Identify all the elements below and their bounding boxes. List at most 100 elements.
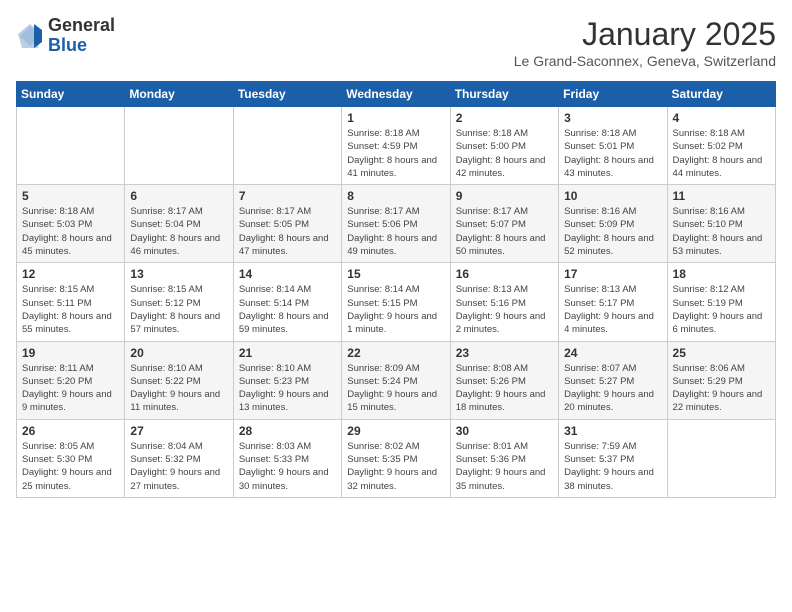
logo-blue: Blue: [48, 36, 115, 56]
day-info: Sunrise: 8:08 AM Sunset: 5:26 PM Dayligh…: [456, 362, 553, 415]
calendar-day-cell: 29Sunrise: 8:02 AM Sunset: 5:35 PM Dayli…: [342, 419, 450, 497]
month-title: January 2025: [514, 16, 776, 53]
calendar-day-cell: 5 Sunrise: 8:18 AM Sunset: 5:03 PM Daylig…: [17, 185, 125, 263]
day-number: 23: [456, 346, 553, 360]
calendar-day-cell: 9 Sunrise: 8:17 AM Sunset: 5:07 PM Daylig…: [450, 185, 558, 263]
day-info: Sunrise: 8:13 AM Sunset: 5:16 PM Dayligh…: [456, 283, 553, 336]
weekday-header-row: SundayMondayTuesdayWednesdayThursdayFrid…: [17, 82, 776, 107]
day-info: Sunrise: 8:04 AM Sunset: 5:32 PM Dayligh…: [130, 440, 227, 493]
day-number: 10: [564, 189, 661, 203]
calendar-day-cell: 6 Sunrise: 8:17 AM Sunset: 5:04 PM Daylig…: [125, 185, 233, 263]
calendar-table: SundayMondayTuesdayWednesdayThursdayFrid…: [16, 81, 776, 498]
title-section: January 2025 Le Grand-Saconnex, Geneva, …: [514, 16, 776, 69]
calendar-day-cell: 13Sunrise: 8:15 AM Sunset: 5:12 PM Dayli…: [125, 263, 233, 341]
day-number: 6: [130, 189, 227, 203]
calendar-day-cell: 16 Sunrise: 8:13 AM Sunset: 5:16 PM Dayli…: [450, 263, 558, 341]
day-info: Sunrise: 8:18 AM Sunset: 5:00 PM Dayligh…: [456, 127, 553, 180]
logo-text: General Blue: [48, 16, 115, 56]
day-info: Sunrise: 8:18 AM Sunset: 5:02 PM Dayligh…: [673, 127, 770, 180]
day-number: 5: [22, 189, 119, 203]
day-number: 27: [130, 424, 227, 438]
calendar-week-row: 12 Sunrise: 8:15 AM Sunset: 5:11 PM Dayli…: [17, 263, 776, 341]
weekday-header: Friday: [559, 82, 667, 107]
day-info: Sunrise: 7:59 AM Sunset: 5:37 PM Dayligh…: [564, 440, 661, 493]
day-info: Sunrise: 8:09 AM Sunset: 5:24 PM Dayligh…: [347, 362, 444, 415]
day-info: Sunrise: 8:06 AM Sunset: 5:29 PM Dayligh…: [673, 362, 770, 415]
calendar-day-cell: 19 Sunrise: 8:11 AM Sunset: 5:20 PM Dayli…: [17, 341, 125, 419]
day-number: 25: [673, 346, 770, 360]
day-number: 26: [22, 424, 119, 438]
calendar-day-cell: 31 Sunrise: 7:59 AM Sunset: 5:37 PM Dayli…: [559, 419, 667, 497]
calendar-day-cell: 28Sunrise: 8:03 AM Sunset: 5:33 PM Dayli…: [233, 419, 341, 497]
day-number: 20: [130, 346, 227, 360]
day-info: Sunrise: 8:17 AM Sunset: 5:06 PM Dayligh…: [347, 205, 444, 258]
calendar-day-cell: 21 Sunrise: 8:10 AM Sunset: 5:23 PM Dayli…: [233, 341, 341, 419]
day-number: 2: [456, 111, 553, 125]
day-info: Sunrise: 8:05 AM Sunset: 5:30 PM Dayligh…: [22, 440, 119, 493]
day-info: Sunrise: 8:11 AM Sunset: 5:20 PM Dayligh…: [22, 362, 119, 415]
day-number: 8: [347, 189, 444, 203]
day-info: Sunrise: 8:15 AM Sunset: 5:11 PM Dayligh…: [22, 283, 119, 336]
calendar-day-cell: 1 Sunrise: 8:18 AM Sunset: 4:59 PM Daylig…: [342, 107, 450, 185]
day-number: 31: [564, 424, 661, 438]
day-info: Sunrise: 8:17 AM Sunset: 5:07 PM Dayligh…: [456, 205, 553, 258]
day-info: Sunrise: 8:18 AM Sunset: 5:03 PM Dayligh…: [22, 205, 119, 258]
day-number: 3: [564, 111, 661, 125]
day-info: Sunrise: 8:15 AM Sunset: 5:12 PM Dayligh…: [130, 283, 227, 336]
weekday-header: Saturday: [667, 82, 775, 107]
day-info: Sunrise: 8:17 AM Sunset: 5:04 PM Dayligh…: [130, 205, 227, 258]
weekday-header: Thursday: [450, 82, 558, 107]
day-info: Sunrise: 8:18 AM Sunset: 5:01 PM Dayligh…: [564, 127, 661, 180]
calendar-day-cell: 30Sunrise: 8:01 AM Sunset: 5:36 PM Dayli…: [450, 419, 558, 497]
logo-icon: [16, 22, 44, 50]
day-info: Sunrise: 8:10 AM Sunset: 5:23 PM Dayligh…: [239, 362, 336, 415]
page-header: General Blue January 2025 Le Grand-Sacon…: [16, 16, 776, 69]
day-number: 24: [564, 346, 661, 360]
calendar-day-cell: [233, 107, 341, 185]
calendar-day-cell: 8 Sunrise: 8:17 AM Sunset: 5:06 PM Daylig…: [342, 185, 450, 263]
calendar-week-row: 5 Sunrise: 8:18 AM Sunset: 5:03 PM Daylig…: [17, 185, 776, 263]
day-number: 19: [22, 346, 119, 360]
calendar-day-cell: 17 Sunrise: 8:13 AM Sunset: 5:17 PM Dayli…: [559, 263, 667, 341]
day-info: Sunrise: 8:18 AM Sunset: 4:59 PM Dayligh…: [347, 127, 444, 180]
day-number: 9: [456, 189, 553, 203]
logo: General Blue: [16, 16, 115, 56]
calendar-day-cell: 24Sunrise: 8:07 AM Sunset: 5:27 PM Dayli…: [559, 341, 667, 419]
day-number: 28: [239, 424, 336, 438]
calendar-day-cell: [125, 107, 233, 185]
calendar-day-cell: 14 Sunrise: 8:14 AM Sunset: 5:14 PM Dayli…: [233, 263, 341, 341]
day-info: Sunrise: 8:17 AM Sunset: 5:05 PM Dayligh…: [239, 205, 336, 258]
day-number: 15: [347, 267, 444, 281]
day-info: Sunrise: 8:16 AM Sunset: 5:09 PM Dayligh…: [564, 205, 661, 258]
weekday-header: Tuesday: [233, 82, 341, 107]
calendar-day-cell: 11Sunrise: 8:16 AM Sunset: 5:10 PM Dayli…: [667, 185, 775, 263]
day-number: 21: [239, 346, 336, 360]
calendar-day-cell: [667, 419, 775, 497]
day-number: 1: [347, 111, 444, 125]
calendar-day-cell: 10 Sunrise: 8:16 AM Sunset: 5:09 PM Dayli…: [559, 185, 667, 263]
calendar-day-cell: 15Sunrise: 8:14 AM Sunset: 5:15 PM Dayli…: [342, 263, 450, 341]
day-number: 12: [22, 267, 119, 281]
day-number: 18: [673, 267, 770, 281]
day-number: 30: [456, 424, 553, 438]
day-number: 11: [673, 189, 770, 203]
calendar-day-cell: 23 Sunrise: 8:08 AM Sunset: 5:26 PM Dayli…: [450, 341, 558, 419]
day-number: 7: [239, 189, 336, 203]
calendar-day-cell: 4 Sunrise: 8:18 AM Sunset: 5:02 PM Daylig…: [667, 107, 775, 185]
day-number: 4: [673, 111, 770, 125]
day-number: 29: [347, 424, 444, 438]
day-number: 14: [239, 267, 336, 281]
calendar-week-row: 26 Sunrise: 8:05 AM Sunset: 5:30 PM Dayli…: [17, 419, 776, 497]
location-title: Le Grand-Saconnex, Geneva, Switzerland: [514, 53, 776, 69]
day-number: 17: [564, 267, 661, 281]
calendar-day-cell: 26 Sunrise: 8:05 AM Sunset: 5:30 PM Dayli…: [17, 419, 125, 497]
day-number: 16: [456, 267, 553, 281]
weekday-header: Wednesday: [342, 82, 450, 107]
day-info: Sunrise: 8:13 AM Sunset: 5:17 PM Dayligh…: [564, 283, 661, 336]
calendar-day-cell: 7 Sunrise: 8:17 AM Sunset: 5:05 PM Daylig…: [233, 185, 341, 263]
day-info: Sunrise: 8:12 AM Sunset: 5:19 PM Dayligh…: [673, 283, 770, 336]
day-info: Sunrise: 8:14 AM Sunset: 5:14 PM Dayligh…: [239, 283, 336, 336]
calendar-day-cell: 25 Sunrise: 8:06 AM Sunset: 5:29 PM Dayli…: [667, 341, 775, 419]
calendar-week-row: 19 Sunrise: 8:11 AM Sunset: 5:20 PM Dayli…: [17, 341, 776, 419]
calendar-week-row: 1 Sunrise: 8:18 AM Sunset: 4:59 PM Daylig…: [17, 107, 776, 185]
